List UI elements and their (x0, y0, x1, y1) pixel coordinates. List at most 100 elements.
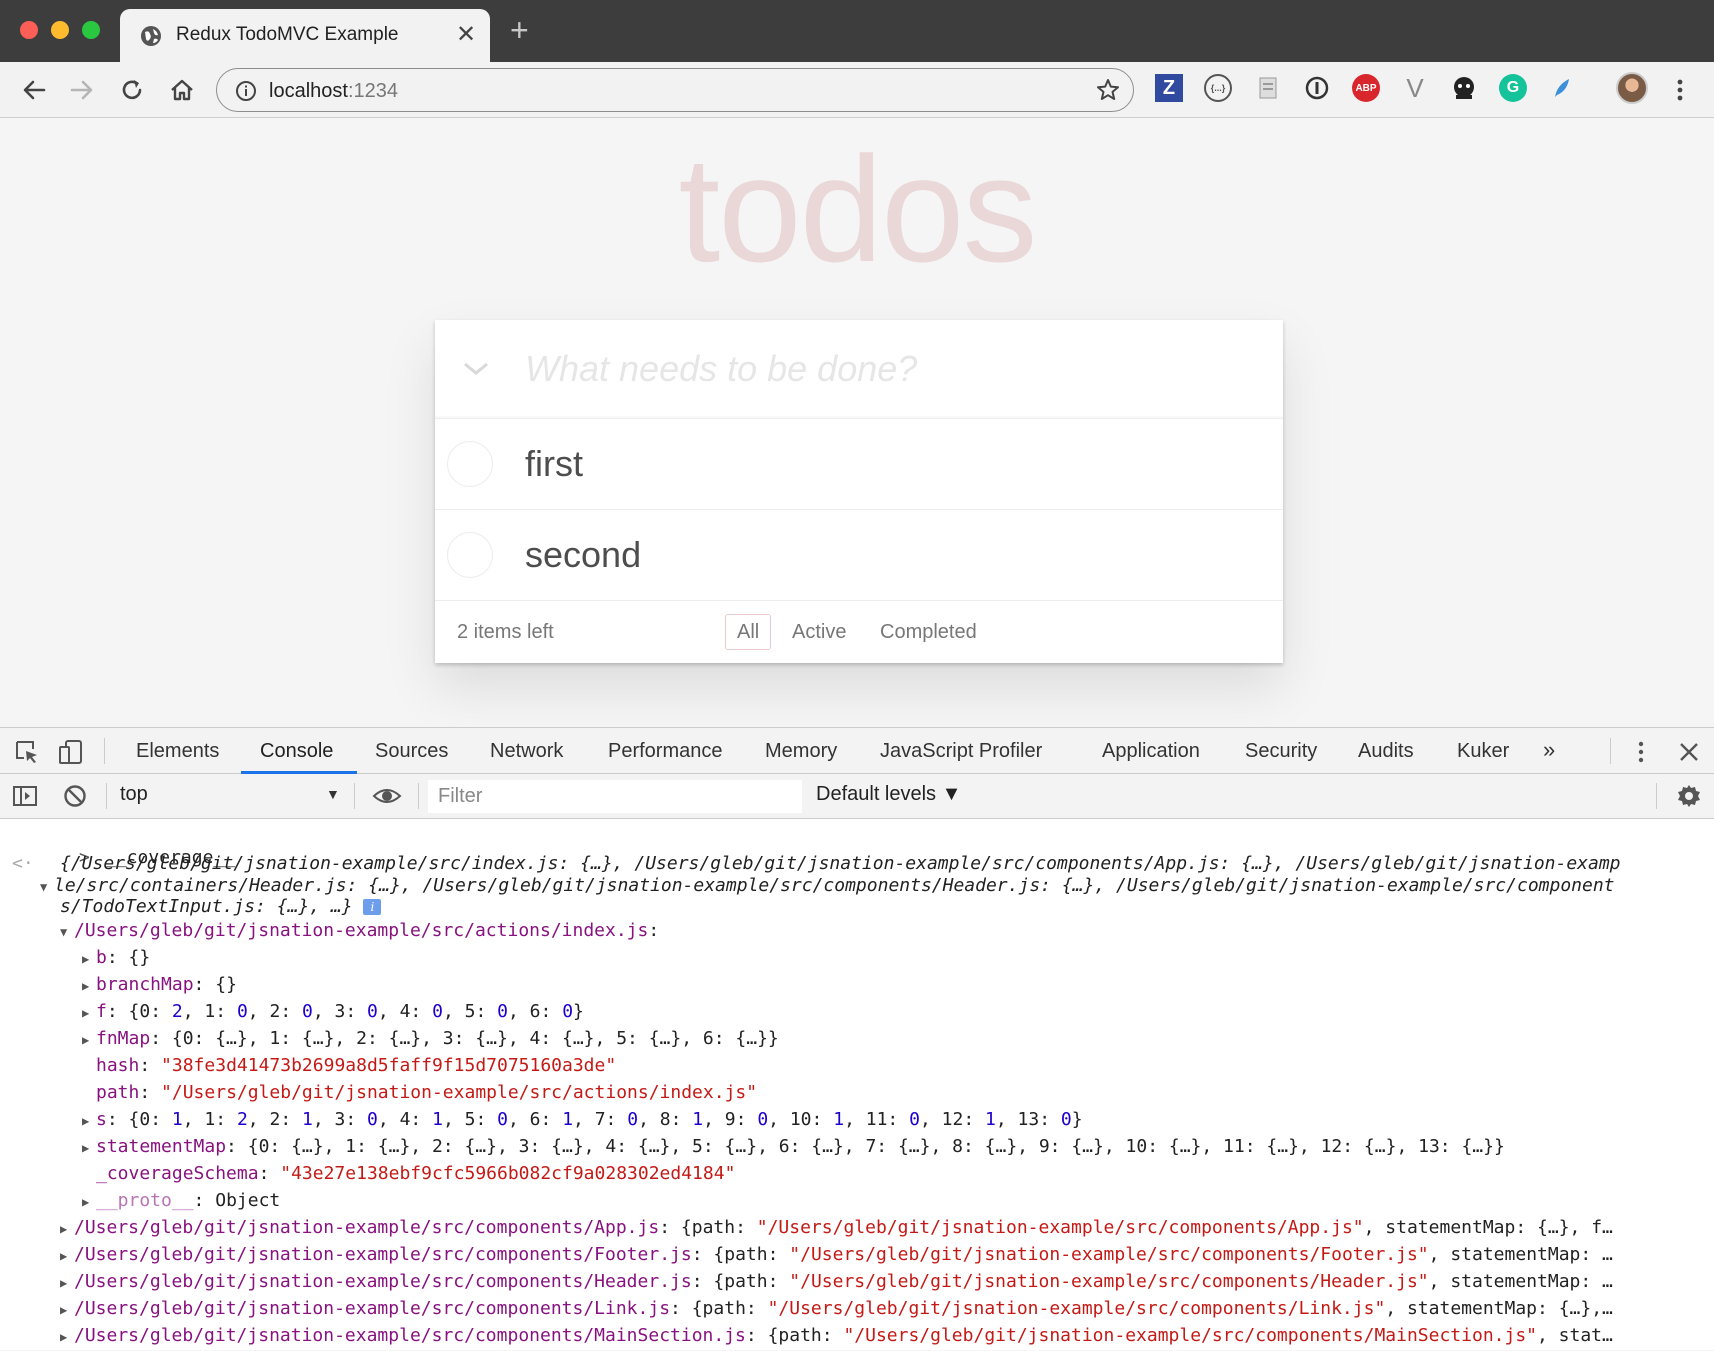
close-icon[interactable] (1676, 739, 1702, 765)
new-todo-input[interactable] (525, 346, 1245, 392)
tab-javascript-profiler[interactable]: JavaScript Profiler (880, 740, 1042, 763)
tab-performance[interactable]: Performance (608, 740, 723, 763)
tree-node[interactable]: ▶/Users/gleb/git/jsnation-example/src/co… (60, 1217, 1613, 1240)
todo-item: second (435, 510, 1283, 601)
todo-item: first (435, 419, 1283, 510)
tab-security[interactable]: Security (1245, 740, 1317, 763)
tree-node[interactable]: ▶ branchMap: {} (82, 974, 237, 997)
info-icon[interactable] (235, 80, 257, 102)
url-text: localhost:1234 (269, 80, 398, 102)
adblock-extension-icon[interactable]: ABP (1352, 74, 1380, 102)
browser-toolbar: localhost:1234 Z {...} ABP V G (0, 62, 1714, 118)
new-todo-row (435, 320, 1283, 419)
bookmark-star-icon[interactable] (1095, 77, 1121, 103)
todo-label[interactable]: second (525, 534, 641, 576)
separator (104, 738, 105, 764)
octocat-extension-icon[interactable] (1450, 74, 1478, 102)
tree-node[interactable]: ▶ s: {0: 1, 1: 2, 2: 1, 3: 0, 4: 1, 5: 0,… (82, 1109, 1083, 1132)
property-line: path: "/Users/gleb/git/jsnation-example/… (96, 1082, 758, 1103)
tree-node[interactable]: ▶/Users/gleb/git/jsnation-example/src/co… (60, 1244, 1613, 1267)
tab-sources[interactable]: Sources (375, 740, 448, 763)
maximize-window-button[interactable] (82, 21, 100, 39)
todo-toggle-checkbox[interactable] (447, 532, 493, 578)
vue-devtools-extension-icon[interactable]: V (1401, 73, 1429, 103)
tab-network[interactable]: Network (490, 740, 563, 763)
tab-title: Redux TodoMVC Example (176, 24, 399, 45)
new-tab-button[interactable]: + (510, 14, 529, 46)
result-summary-expand[interactable]: ▼ le/src/containers/Header.js: {…}, /User… (40, 875, 1615, 898)
tab-kuker[interactable]: Kuker (1457, 740, 1509, 763)
more-vert-icon[interactable] (1670, 74, 1690, 106)
browser-tab[interactable]: Redux TodoMVC Example ✕ (120, 9, 490, 62)
tree-node[interactable]: ▶/Users/gleb/git/jsnation-example/src/co… (60, 1271, 1613, 1294)
home-icon[interactable] (166, 74, 198, 106)
devtools-tabbar: Elements Console Sources Network Perform… (0, 728, 1714, 774)
tree-node[interactable]: ▶ statementMap: {0: {…}, 1: {…}, 2: {…}, … (82, 1136, 1505, 1159)
context-selector[interactable]: top (120, 783, 340, 806)
todo-footer: 2 items left All Active Completed (435, 601, 1283, 663)
sidebar-toggle-icon[interactable] (12, 783, 38, 809)
1password-extension-icon[interactable] (1303, 74, 1331, 102)
todo-app: first second 2 items left All Active Com… (435, 320, 1283, 663)
log-levels-dropdown[interactable]: Default levels ▼ (816, 783, 961, 806)
todo-label[interactable]: first (525, 443, 583, 485)
tree-node[interactable]: ▶ __proto__: Object (82, 1190, 280, 1213)
document-extension-icon[interactable] (1254, 74, 1282, 102)
device-toolbar-icon[interactable] (58, 739, 84, 765)
address-bar[interactable]: localhost:1234 (216, 68, 1134, 112)
tree-node-expanded[interactable]: ▼/Users/gleb/git/jsnation-example/src/ac… (60, 920, 659, 943)
separator (354, 783, 355, 809)
dropdown-arrow-icon[interactable]: ▼ (326, 786, 340, 802)
grammarly-extension-icon[interactable]: G (1499, 74, 1527, 102)
tab-memory[interactable]: Memory (765, 740, 837, 763)
minimize-window-button[interactable] (51, 21, 69, 39)
gear-icon[interactable] (1676, 783, 1702, 809)
separator (106, 783, 107, 809)
filter-active-link[interactable]: Active (780, 614, 858, 650)
reload-icon[interactable] (116, 74, 148, 106)
result-summary-tail: s/TodoTextInput.js: {…}, …} i (60, 896, 382, 918)
json-viewer-extension-icon[interactable]: {...} (1204, 74, 1232, 102)
console-output: > __coverage__ <· {/Users/gleb/git/jsnati… (0, 819, 1714, 1351)
console-toolbar: top ▼ Default levels ▼ (0, 774, 1714, 819)
tree-node[interactable]: ▶/Users/gleb/git/jsnation-example/src/co… (60, 1325, 1613, 1348)
more-tabs-button[interactable]: » (1543, 737, 1555, 763)
tab-elements[interactable]: Elements (136, 740, 219, 763)
clear-console-icon[interactable] (62, 783, 88, 809)
separator (1656, 783, 1657, 809)
tab-console[interactable]: Console (260, 740, 333, 763)
separator (418, 783, 419, 809)
tree-node[interactable]: ▶/Users/gleb/git/jsnation-example/src/co… (60, 1298, 1613, 1321)
items-left-count: 2 items left (457, 621, 554, 643)
property-line: hash: "38fe3d41473b2699a8d5faff9f15d7075… (96, 1055, 617, 1076)
tree-node[interactable]: ▶ f: {0: 2, 1: 0, 2: 0, 3: 0, 4: 0, 5: 0,… (82, 1001, 584, 1024)
filter-all-link[interactable]: All (725, 614, 772, 650)
info-icon[interactable]: i (363, 899, 382, 915)
tab-application[interactable]: Application (1102, 740, 1200, 763)
back-icon[interactable] (18, 74, 50, 106)
chevron-down-icon[interactable] (461, 358, 491, 378)
eye-icon[interactable] (372, 783, 402, 809)
inspect-element-icon[interactable] (14, 739, 40, 765)
close-tab-icon[interactable]: ✕ (456, 20, 476, 49)
close-window-button[interactable] (20, 21, 38, 39)
tree-node[interactable]: ▶ b: {} (82, 947, 150, 970)
devtools-panel: Elements Console Sources Network Perform… (0, 727, 1714, 1350)
todomvc-page: todos first second 2 items left All Acti… (0, 119, 1714, 727)
result-summary: {/Users/gleb/git/jsnation-example/src/in… (60, 853, 1621, 874)
tab-audits[interactable]: Audits (1358, 740, 1414, 763)
app-title: todos (678, 125, 1038, 293)
more-vert-icon[interactable] (1628, 739, 1654, 765)
browser-titlebar: Redux TodoMVC Example ✕ + (0, 0, 1714, 62)
property-line: _coverageSchema: "43e27e138ebf9cfc5966b0… (96, 1163, 736, 1184)
tree-node[interactable]: ▶ fnMap: {0: {…}, 1: {…}, 2: {…}, 3: {…},… (82, 1028, 779, 1051)
filter-completed-link[interactable]: Completed (868, 614, 989, 650)
console-filter-input[interactable] (428, 780, 802, 813)
separator (1610, 738, 1611, 764)
zotero-extension-icon[interactable]: Z (1155, 74, 1183, 102)
todo-toggle-checkbox[interactable] (447, 441, 493, 487)
feather-extension-icon[interactable] (1548, 74, 1576, 102)
profile-avatar[interactable] (1616, 72, 1648, 104)
forward-icon[interactable] (66, 74, 98, 106)
result-arrow-icon: <· (12, 853, 34, 874)
